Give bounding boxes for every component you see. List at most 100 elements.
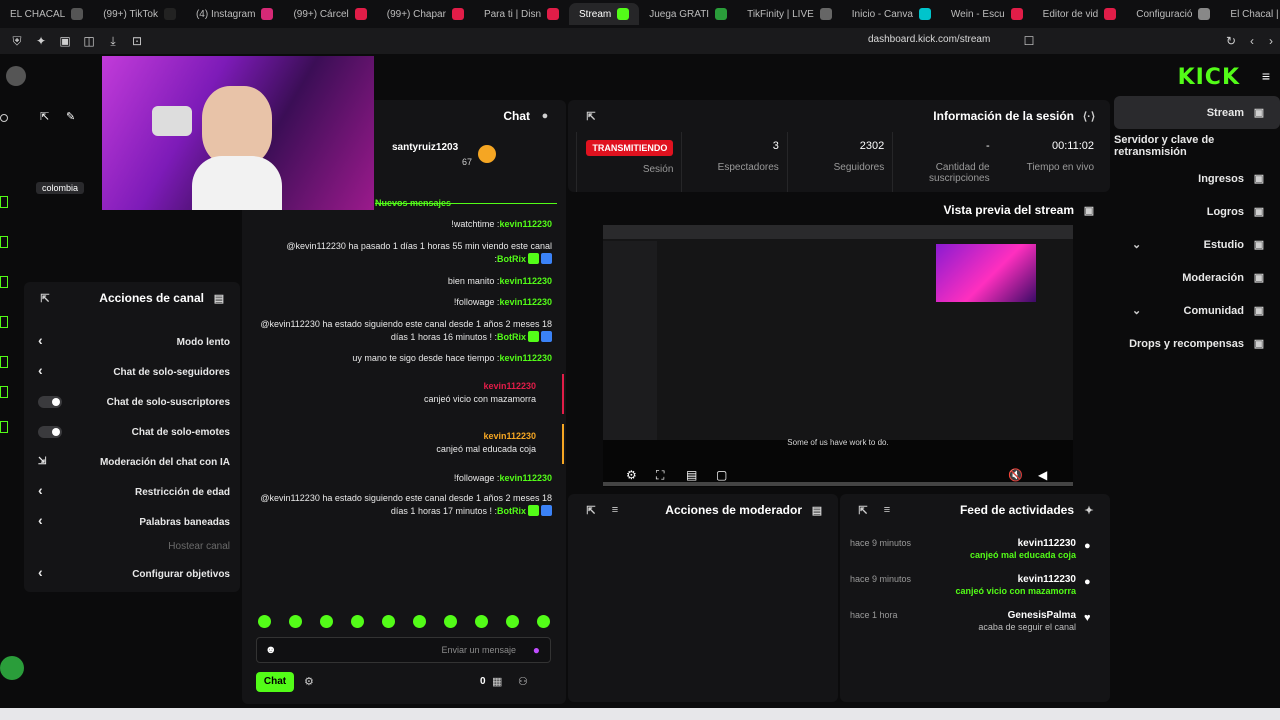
clip-icon[interactable]: ▤: [686, 468, 697, 482]
tool-icon[interactable]: [0, 276, 8, 288]
browser-tab[interactable]: (99+) Chapar: [377, 3, 474, 25]
nav-item[interactable]: Moderación ▣: [1114, 261, 1280, 294]
player-progress-bar[interactable]: [603, 482, 1073, 486]
browser-tab[interactable]: Editor de vid: [1033, 3, 1127, 25]
channel-action-row[interactable]: Palabras baneadas ‹: [34, 512, 230, 532]
tool-icon[interactable]: [0, 356, 8, 368]
emoji-icon[interactable]: ☻: [265, 644, 277, 656]
chevron-down-icon[interactable]: ⌄: [1132, 238, 1141, 251]
toggle-switch[interactable]: [38, 426, 62, 438]
chat-input[interactable]: ☻ Enviar un mensaje ●: [256, 637, 551, 663]
browser-tab[interactable]: Wein - Escu: [941, 3, 1033, 25]
chat-message[interactable]: @kevin112230 ha estado siguiendo este ca…: [256, 492, 552, 518]
chat-username[interactable]: kevin112230: [499, 473, 552, 483]
emote-icon[interactable]: [506, 615, 519, 628]
browser-tab[interactable]: TikFinity | LIVE: [737, 3, 842, 25]
chevron-left-icon[interactable]: ‹: [38, 482, 43, 498]
channel-action-row[interactable]: Configurar objetivos ‹: [34, 564, 230, 584]
reload-icon[interactable]: ↻: [1222, 32, 1240, 50]
play-icon[interactable]: ◀: [1038, 468, 1047, 482]
emote-icon[interactable]: [475, 615, 488, 628]
emote-icon[interactable]: [258, 615, 271, 628]
shield-icon[interactable]: ⛨: [8, 32, 26, 50]
settings-icon[interactable]: ⚙: [626, 468, 637, 482]
nav-item[interactable]: Drops y recompensas ▣: [1114, 327, 1280, 360]
mute-icon[interactable]: 🔇: [1008, 468, 1023, 482]
browser-tab[interactable]: Stream: [569, 3, 640, 25]
chat-username[interactable]: kevin112230: [499, 353, 552, 363]
emote-icon[interactable]: [382, 615, 395, 628]
edit-icon[interactable]: ✎: [66, 110, 75, 123]
channel-action-row[interactable]: Chat de solo-seguidores ‹: [34, 362, 230, 382]
nav-item[interactable]: ⌄ Comunidad ▣: [1114, 294, 1280, 327]
new-messages-indicator[interactable]: Nuevos mensajes: [375, 198, 557, 210]
channel-action-row[interactable]: Moderación del chat con IA ⇲: [34, 452, 230, 472]
chevron-left-icon[interactable]: ‹: [38, 332, 43, 348]
browser-tab[interactable]: (99+) TikTok: [93, 3, 186, 25]
url-field[interactable]: dashboard.kick.com/stream: [868, 34, 990, 45]
tool-icon[interactable]: [0, 316, 8, 328]
chat-username[interactable]: kevin112230: [256, 380, 536, 393]
browser-tab[interactable]: El Chacal | D: [1220, 3, 1280, 25]
chat-username[interactable]: kevin112230: [256, 430, 536, 443]
nav-item[interactable]: Servidor y clave de retransmisión: [1114, 129, 1280, 162]
filter-icon[interactable]: ≡: [608, 503, 622, 517]
extension-icon[interactable]: ✦: [32, 32, 50, 50]
chat-message[interactable]: !followage :kevin112230: [256, 296, 552, 309]
external-link-icon[interactable]: ⇲: [38, 456, 46, 467]
chevron-down-icon[interactable]: ⌄: [1132, 304, 1141, 317]
tool-icon[interactable]: [0, 386, 8, 398]
popout-icon[interactable]: ⇱: [40, 110, 49, 123]
support-icon[interactable]: [0, 656, 24, 680]
chevron-left-icon[interactable]: ‹: [38, 512, 43, 528]
emote-icon[interactable]: [537, 615, 550, 628]
chat-username[interactable]: kevin112230: [499, 219, 552, 229]
channel-action-row[interactable]: Chat de solo-suscriptores: [34, 392, 230, 412]
filter-icon[interactable]: ≡: [880, 503, 894, 517]
download-icon[interactable]: ⤓: [104, 32, 122, 50]
browser-tab[interactable]: EL CHACAL: [0, 3, 93, 25]
activity-user[interactable]: kevin112230: [1018, 538, 1076, 549]
browser-tab[interactable]: Juega GRATI: [639, 3, 737, 25]
nav-item[interactable]: Stream ▣: [1114, 96, 1280, 129]
tool-icon[interactable]: [0, 196, 8, 208]
avatar[interactable]: [6, 66, 26, 86]
chat-message[interactable]: !watchtime :kevin112230: [256, 218, 552, 231]
tool-icon[interactable]: [0, 114, 8, 122]
chat-username[interactable]: kevin112230: [499, 297, 552, 307]
tool-icon[interactable]: [0, 236, 8, 248]
browser-tab[interactable]: Configuració: [1126, 3, 1220, 25]
chat-settings-icon[interactable]: ⚙: [304, 675, 314, 688]
users-icon[interactable]: ⚇: [518, 675, 528, 688]
screenshot-icon[interactable]: ⊡: [128, 32, 146, 50]
fullscreen-icon[interactable]: ⛶: [656, 468, 664, 483]
chevron-left-icon[interactable]: ‹: [38, 564, 43, 580]
emote-icon[interactable]: [413, 615, 426, 628]
chat-message[interactable]: kevin112230 canjeó vicio con mazamorra: [256, 374, 564, 414]
theater-icon[interactable]: ▢: [716, 468, 727, 482]
menu-icon[interactable]: ≡: [1262, 68, 1270, 84]
activity-user[interactable]: GenesisPalma: [1008, 610, 1076, 621]
browser-tab[interactable]: Para ti | Disn: [474, 3, 569, 25]
chevron-left-icon[interactable]: ‹: [38, 362, 43, 378]
chat-username[interactable]: BotRix: [497, 506, 526, 516]
chat-message[interactable]: !followage :kevin112230: [256, 472, 552, 485]
chat-message[interactable]: uy mano te sigo desde hace tiempo :kevin…: [256, 352, 552, 365]
chat-send-button[interactable]: Chat: [256, 672, 294, 692]
sidebar-icon[interactable]: ▣: [56, 32, 74, 50]
nav-item[interactable]: Logros ▣: [1114, 195, 1280, 228]
kick-logo[interactable]: KICK: [1178, 65, 1240, 90]
chat-username[interactable]: kevin112230: [499, 276, 552, 286]
nav-item[interactable]: Ingresos ▣: [1114, 162, 1280, 195]
emote-icon[interactable]: [289, 615, 302, 628]
popout-icon[interactable]: ⇱: [856, 503, 870, 517]
channel-action-row[interactable]: Chat de solo-emotes: [34, 422, 230, 442]
nav-item[interactable]: ⌄ Estudio ▣: [1114, 228, 1280, 261]
split-icon[interactable]: ◫: [80, 32, 98, 50]
toggle-switch[interactable]: [38, 396, 62, 408]
channel-action-row[interactable]: Modo lento ‹: [34, 332, 230, 352]
mic-icon[interactable]: ●: [533, 643, 540, 657]
chat-message[interactable]: @kevin112230 ha estado siguiendo este ca…: [256, 318, 552, 344]
back-icon[interactable]: ‹: [1243, 32, 1261, 50]
activity-user[interactable]: kevin112230: [1018, 574, 1076, 585]
